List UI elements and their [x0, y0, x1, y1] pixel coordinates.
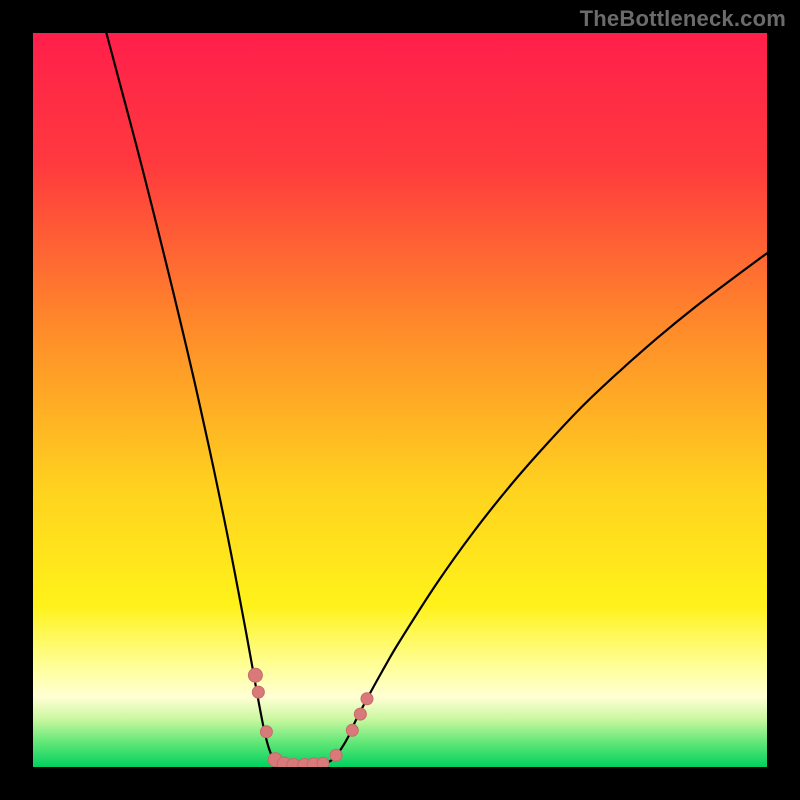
left-curve — [106, 33, 304, 767]
chart-frame: TheBottleneck.com — [0, 0, 800, 800]
left-marker-mid — [260, 726, 272, 738]
right-marker-b — [346, 724, 358, 736]
plot-area — [33, 33, 767, 767]
watermark-text: TheBottleneck.com — [580, 6, 786, 32]
right-marker-c — [354, 708, 366, 720]
basin-f — [317, 757, 329, 767]
right-marker-a — [330, 749, 342, 761]
data-points — [248, 668, 373, 767]
right-marker-d — [361, 693, 373, 705]
right-curve — [305, 253, 767, 767]
left-marker-upper-a — [248, 668, 262, 682]
curves-layer — [33, 33, 767, 767]
left-marker-upper-b — [252, 686, 264, 698]
